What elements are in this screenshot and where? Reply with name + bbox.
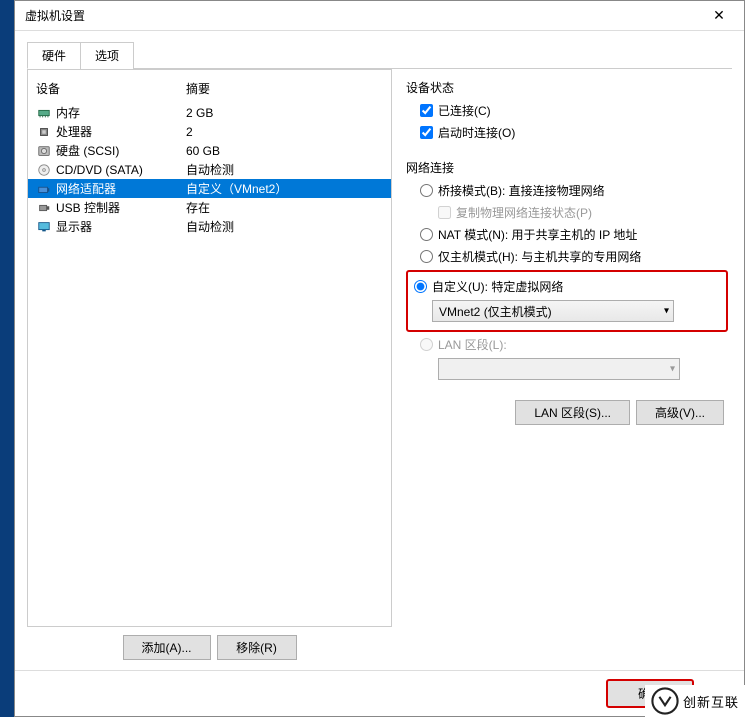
device-row[interactable]: USB 控制器存在 xyxy=(28,198,391,217)
usb-icon xyxy=(36,200,52,216)
cd-icon xyxy=(36,162,52,178)
device-list-box: 设备 摘要 内存2 GB处理器2硬盘 (SCSI)60 GBCD/DVD (SA… xyxy=(27,69,392,627)
device-row[interactable]: 显示器自动检测 xyxy=(28,217,391,236)
watermark: 创新互联 xyxy=(645,685,745,717)
device-name: 网络适配器 xyxy=(56,180,186,197)
settings-panel: 设备状态 已连接(C) 启动时连接(O) 网络连接 桥接模式(B): 直接连接物… xyxy=(402,69,732,660)
connected-input[interactable] xyxy=(420,104,433,117)
display-icon xyxy=(36,219,52,235)
device-summary: 60 GB xyxy=(186,144,387,158)
connect-on-power-input[interactable] xyxy=(420,126,433,139)
close-icon[interactable]: ✕ xyxy=(704,7,734,24)
watermark-logo-icon xyxy=(651,687,679,715)
lan-seg-button[interactable]: LAN 区段(S)... xyxy=(515,400,630,425)
tabs: 硬件 选项 xyxy=(27,41,732,69)
hostonly-radio[interactable]: 仅主机模式(H): 与主机共享的专用网络 xyxy=(406,248,728,265)
custom-input[interactable] xyxy=(414,280,427,293)
bridge-radio[interactable]: 桥接模式(B): 直接连接物理网络 xyxy=(406,182,728,199)
replicate-input xyxy=(438,206,451,219)
custom-network-combo[interactable]: VMnet2 (仅主机模式) ▾ xyxy=(432,300,674,322)
col-summary: 摘要 xyxy=(186,80,383,97)
net-icon xyxy=(36,181,52,197)
tab-hardware[interactable]: 硬件 xyxy=(27,42,81,69)
connect-on-power-checkbox[interactable]: 启动时连接(O) xyxy=(406,124,728,141)
connected-checkbox[interactable]: 已连接(C) xyxy=(406,102,728,119)
nat-input[interactable] xyxy=(420,228,433,241)
device-name: USB 控制器 xyxy=(56,199,186,216)
device-summary: 自定义（VMnet2） xyxy=(186,180,387,197)
device-summary: 2 GB xyxy=(186,106,387,120)
device-name: 硬盘 (SCSI) xyxy=(56,142,186,159)
cpu-icon xyxy=(36,124,52,140)
chevron-down-icon: ▾ xyxy=(664,306,669,317)
device-list-header: 设备 摘要 xyxy=(28,76,391,103)
lanseg-combo: ▾ xyxy=(438,358,680,380)
device-name: CD/DVD (SATA) xyxy=(56,163,186,177)
lanseg-radio: LAN 区段(L): xyxy=(406,336,728,353)
device-summary: 存在 xyxy=(186,199,387,216)
device-row[interactable]: 内存2 GB xyxy=(28,103,391,122)
device-row[interactable]: 硬盘 (SCSI)60 GB xyxy=(28,141,391,160)
device-summary: 2 xyxy=(186,125,387,139)
device-summary: 自动检测 xyxy=(186,161,387,178)
disk-icon xyxy=(36,143,52,159)
custom-radio[interactable]: 自定义(U): 特定虚拟网络 xyxy=(414,278,720,295)
dialog-title: 虚拟机设置 xyxy=(25,7,704,24)
device-row[interactable]: CD/DVD (SATA)自动检测 xyxy=(28,160,391,179)
advanced-button[interactable]: 高级(V)... xyxy=(636,400,724,425)
device-name: 显示器 xyxy=(56,218,186,235)
device-name: 处理器 xyxy=(56,123,186,140)
device-row[interactable]: 网络适配器自定义（VMnet2） xyxy=(28,179,391,198)
lanseg-input xyxy=(420,338,433,351)
device-row[interactable]: 处理器2 xyxy=(28,122,391,141)
vm-settings-dialog: 虚拟机设置 ✕ 硬件 选项 设备 摘要 内存2 GB处理器2硬盘 (SCSI)6… xyxy=(14,0,745,717)
chevron-down-icon: ▾ xyxy=(670,364,675,375)
device-name: 内存 xyxy=(56,104,186,121)
titlebar: 虚拟机设置 ✕ xyxy=(15,1,744,31)
device-status-label: 设备状态 xyxy=(406,79,728,96)
bridge-input[interactable] xyxy=(420,184,433,197)
memory-icon xyxy=(36,105,52,121)
tab-options[interactable]: 选项 xyxy=(80,42,134,69)
replicate-checkbox: 复制物理网络连接状态(P) xyxy=(406,204,728,221)
nat-radio[interactable]: NAT 模式(N): 用于共享主机的 IP 地址 xyxy=(406,226,728,243)
device-summary: 自动检测 xyxy=(186,218,387,235)
hostonly-input[interactable] xyxy=(420,250,433,263)
add-button[interactable]: 添加(A)... xyxy=(123,635,211,660)
remove-button[interactable]: 移除(R) xyxy=(217,635,297,660)
custom-highlight-box: 自定义(U): 特定虚拟网络 VMnet2 (仅主机模式) ▾ xyxy=(406,270,728,332)
dialog-footer: 确定 取消 xyxy=(15,670,744,716)
col-device: 设备 xyxy=(36,80,186,97)
network-connection-label: 网络连接 xyxy=(406,159,728,176)
